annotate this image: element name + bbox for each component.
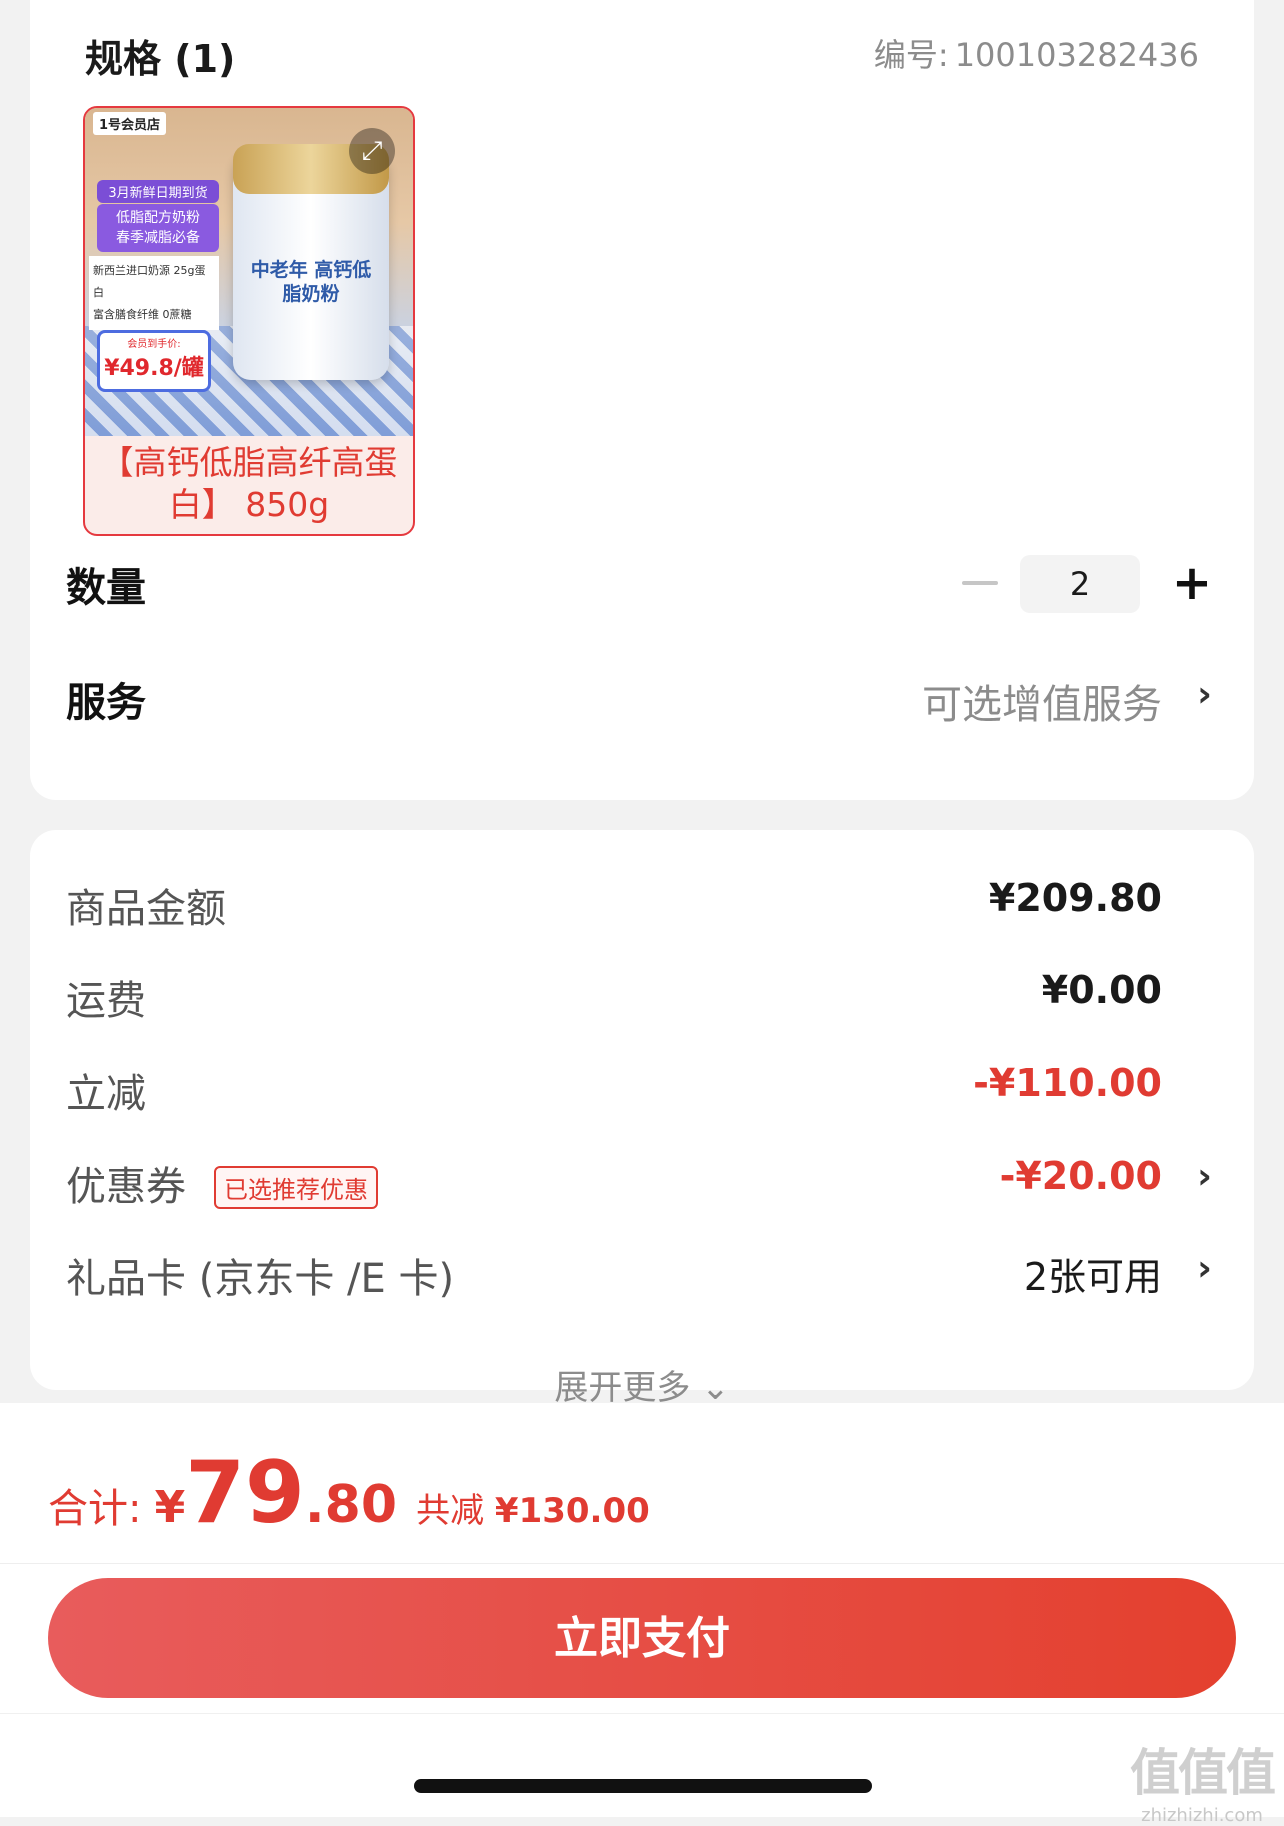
promo-date-badge: 3月新鲜日期到货	[97, 180, 219, 203]
quantity-label: 数量	[66, 565, 146, 611]
coupon-label: 优惠券	[66, 1164, 186, 1210]
spec-title: 规格 (1)	[85, 37, 236, 81]
plus-icon[interactable]: +	[1164, 555, 1220, 613]
promo-price-badge: 会员到手价: ¥49.8/罐	[97, 330, 211, 392]
sku-label: 编号:	[873, 36, 949, 74]
total-label: 合计:	[48, 1486, 142, 1532]
saved-value: ¥130.00	[494, 1491, 650, 1531]
spec-card: 规格 (1) 编号: 100103282436 中老年 高钙低脂奶粉 1号会员店 …	[30, 0, 1254, 800]
goods-amount-value: ¥209.80	[988, 876, 1162, 920]
promo-price-label: 会员到手价:	[127, 339, 181, 350]
coupon-value: -¥20.00	[999, 1154, 1162, 1198]
sku-number: 编号: 100103282436	[868, 30, 1199, 76]
fee-row-coupon[interactable]: 优惠券 已选推荐优惠 -¥20.00	[66, 1154, 1162, 1214]
divider	[0, 1563, 1284, 1564]
promo-detail-line-1: 新西兰进口奶源 25g蛋白	[93, 264, 206, 299]
promo-line-2: 春季减脂必备	[116, 230, 200, 246]
total-currency: ¥	[154, 1482, 186, 1533]
shipping-value: ¥0.00	[1041, 968, 1162, 1012]
chevron-right-icon[interactable]: ›	[1197, 1248, 1212, 1289]
gift-card-value: 2张可用	[1023, 1255, 1162, 1299]
checkout-bar: 合计: ¥79.80 共减 ¥130.00 立即支付 值值值 zhizhizhi…	[0, 1403, 1284, 1826]
watermark: 值值值 zhizhizhi.com	[1130, 1733, 1276, 1826]
gift-card-label: 礼品卡 (京东卡 /E 卡)	[66, 1256, 455, 1302]
divider	[0, 1713, 1284, 1714]
minus-icon[interactable]	[962, 581, 998, 585]
product-caption: 【高钙低脂高纤高蛋白】 850g	[100, 443, 398, 524]
total-saved: 共减 ¥130.00	[416, 1491, 650, 1531]
product-option-tile[interactable]: 中老年 高钙低脂奶粉 1号会员店 3月新鲜日期到货 低脂配方奶粉 春季减脂必备 …	[83, 106, 415, 536]
sku-value: 100103282436	[954, 36, 1199, 74]
saved-label: 共减	[416, 1491, 485, 1531]
service-value[interactable]: 可选增值服务	[922, 672, 1162, 730]
promo-detail: 新西兰进口奶源 25g蛋白 富含膳食纤维 0蔗糖	[89, 256, 219, 330]
watermark-text: 值值值	[1130, 1744, 1276, 1802]
discount-value: -¥110.00	[973, 1061, 1162, 1105]
shipping-label: 运费	[66, 978, 146, 1024]
fee-row-discount: 立减 -¥110.00	[66, 1061, 1162, 1121]
chevron-right-icon[interactable]: ›	[1197, 674, 1212, 715]
promo-headline: 低脂配方奶粉 春季减脂必备	[97, 204, 219, 252]
product-image: 中老年 高钙低脂奶粉 1号会员店 3月新鲜日期到货 低脂配方奶粉 春季减脂必备 …	[85, 108, 413, 436]
total-amount-dec: .80	[304, 1475, 398, 1535]
watermark-domain: zhizhizhi.com	[1141, 1805, 1263, 1826]
discount-label: 立减	[66, 1071, 146, 1117]
coupon-selected-tag: 已选推荐优惠	[214, 1166, 378, 1209]
expand-icon[interactable]: ⤢	[349, 128, 395, 174]
goods-amount-label: 商品金额	[66, 886, 226, 932]
expand-more-label: 展开更多	[554, 1368, 691, 1408]
chevron-right-icon[interactable]: ›	[1197, 1156, 1212, 1197]
fee-row-shipping: 运费 ¥0.00	[66, 968, 1162, 1028]
can-label: 中老年 高钙低脂奶粉	[250, 259, 372, 305]
fee-row-gift-card[interactable]: 礼品卡 (京东卡 /E 卡) 2张可用	[66, 1246, 1162, 1306]
total-amount-int: 79	[185, 1443, 305, 1543]
expand-more-button[interactable]: 展开更多 ⌄	[30, 1360, 1254, 1409]
price-breakdown-card: 商品金额 ¥209.80 运费 ¥0.00 立减 -¥110.00 优惠券 已选…	[30, 830, 1254, 1408]
fee-row-goods: 商品金额 ¥209.80	[66, 876, 1162, 936]
quantity-input[interactable]: 2	[1020, 555, 1140, 613]
pay-now-button[interactable]: 立即支付	[48, 1578, 1236, 1698]
promo-price-value: ¥49.8/罐	[104, 356, 204, 381]
home-indicator[interactable]	[414, 1779, 872, 1793]
promo-detail-line-2: 富含膳食纤维 0蔗糖	[93, 308, 192, 321]
promo-line-1: 低脂配方奶粉	[116, 210, 200, 226]
chevron-down-icon: ⌄	[701, 1368, 730, 1408]
total-summary: 合计: ¥79.80 共减 ¥130.00	[48, 1443, 650, 1543]
store-logo: 1号会员店	[93, 112, 167, 135]
service-label: 服务	[66, 680, 146, 726]
